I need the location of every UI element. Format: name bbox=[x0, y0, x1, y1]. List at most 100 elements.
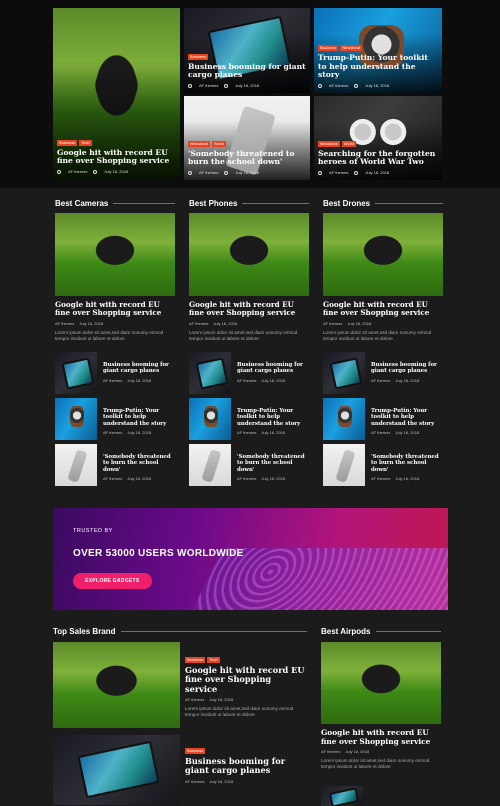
article-title[interactable]: Searching for the forgotten heroes of Wo… bbox=[318, 149, 438, 167]
section-title[interactable]: Best Phones bbox=[189, 199, 237, 208]
article-image[interactable] bbox=[53, 735, 180, 805]
tag[interactable]: Business bbox=[185, 748, 206, 754]
article-title[interactable]: Trump-Putin: Your toolkit to help unders… bbox=[318, 53, 438, 80]
tag[interactable]: Newsbeat bbox=[318, 140, 340, 147]
author[interactable]: AF themes bbox=[103, 476, 122, 481]
article-thumb[interactable] bbox=[55, 352, 97, 394]
article-title[interactable]: Trump-Putin: Your toolkit to help unders… bbox=[371, 408, 443, 427]
article-card: Google hit with record EU fine over Shop… bbox=[55, 300, 175, 342]
hero-watch-card[interactable]: Business Newsbeat Trump-Putin: Your tool… bbox=[314, 8, 442, 93]
date: July 18, 2018 bbox=[127, 476, 152, 482]
section-title[interactable]: Best Cameras bbox=[55, 199, 108, 208]
author[interactable]: AF themes bbox=[321, 749, 340, 754]
article-image[interactable] bbox=[189, 213, 309, 296]
author[interactable]: AF themes bbox=[237, 430, 256, 435]
author[interactable]: AF themes bbox=[199, 83, 218, 88]
section-title[interactable]: Best Airpods bbox=[321, 627, 371, 636]
author[interactable]: AF themes bbox=[237, 378, 256, 383]
article-thumb[interactable] bbox=[323, 444, 365, 486]
author[interactable]: AF themes bbox=[68, 169, 87, 174]
tag[interactable]: Business bbox=[185, 657, 206, 663]
date: July 18, 2018 bbox=[345, 749, 370, 755]
clock-icon bbox=[224, 170, 229, 175]
article-title[interactable]: Business booming for giant cargo planes bbox=[237, 362, 309, 375]
author[interactable]: AF themes bbox=[329, 83, 348, 88]
article-title[interactable]: 'Somebody threatened to burn the school … bbox=[188, 149, 306, 167]
article-title[interactable]: 'Somebody threatened to burn the school … bbox=[237, 454, 309, 473]
article-thumb[interactable] bbox=[55, 398, 97, 440]
date: July 18, 2018 bbox=[79, 320, 104, 326]
article-thumb[interactable] bbox=[189, 444, 231, 486]
article-title[interactable]: Google hit with record EU fine over Shop… bbox=[57, 148, 176, 166]
date: July 18, 2018 bbox=[395, 430, 420, 436]
article-card: Google hit with record EU fine over Shop… bbox=[189, 300, 309, 342]
author[interactable]: AF themes bbox=[371, 476, 390, 481]
article-thumb[interactable] bbox=[189, 352, 231, 394]
hero-headphones-card[interactable]: Newsbeat World Searching for the forgott… bbox=[314, 96, 442, 180]
author[interactable]: AF themes bbox=[237, 476, 256, 481]
article-title[interactable]: Business booming for giant cargo planes bbox=[103, 362, 175, 375]
article-title[interactable]: Trump-Putin: Your toolkit to help unders… bbox=[103, 408, 175, 427]
author[interactable]: AF themes bbox=[323, 321, 342, 326]
tag[interactable]: Newsbeat bbox=[340, 44, 363, 51]
tag[interactable]: World bbox=[211, 140, 227, 147]
banner-headline: OVER 53000 USERS WORLDWIDE bbox=[73, 548, 244, 559]
author[interactable]: AF themes bbox=[329, 170, 348, 175]
article-image[interactable] bbox=[321, 642, 441, 724]
explore-gadgets-button[interactable]: EXPLORE GADGETS bbox=[73, 573, 152, 589]
author[interactable]: AF themes bbox=[185, 779, 204, 784]
article-title[interactable]: Google hit with record EU fine over Shop… bbox=[321, 728, 441, 746]
section-title[interactable]: Top Sales Brand bbox=[53, 627, 116, 636]
date: July 18, 2018 bbox=[347, 320, 372, 326]
article-title[interactable]: Google hit with record EU fine over Shop… bbox=[323, 300, 443, 318]
tag[interactable]: Tech bbox=[79, 139, 92, 146]
clock-icon bbox=[93, 169, 98, 174]
list-item: 'Somebody threatened to burn the school … bbox=[237, 454, 309, 481]
article-title[interactable]: Business booming for giant cargo planes bbox=[188, 62, 306, 80]
tag[interactable]: Newsbeat bbox=[188, 140, 210, 147]
article-thumb[interactable] bbox=[323, 398, 365, 440]
article-image[interactable] bbox=[55, 213, 175, 296]
author[interactable]: AF themes bbox=[371, 378, 390, 383]
tag[interactable]: Business bbox=[57, 139, 78, 146]
author[interactable]: AF themes bbox=[103, 430, 122, 435]
tag[interactable]: Business bbox=[188, 53, 209, 60]
author[interactable]: AF themes bbox=[371, 430, 390, 435]
date: July 18, 2018 bbox=[235, 170, 260, 175]
article-title[interactable]: Google hit with record EU fine over Shop… bbox=[55, 300, 175, 318]
article-title[interactable]: Business booming for giant cargo planes bbox=[185, 756, 305, 776]
clock-icon bbox=[224, 83, 229, 88]
section-title[interactable]: Best Drones bbox=[323, 199, 370, 208]
date: July 18, 2018 bbox=[395, 377, 420, 383]
article-thumb[interactable] bbox=[323, 352, 365, 394]
author[interactable]: AF themes bbox=[199, 170, 218, 175]
article-image[interactable] bbox=[53, 642, 180, 728]
promo-banner: TRUSTED BY OVER 53000 USERS WORLDWIDE EX… bbox=[53, 508, 448, 610]
tag[interactable]: World bbox=[341, 140, 357, 147]
article-title[interactable]: 'Somebody threatened to burn the school … bbox=[371, 454, 443, 473]
article-title[interactable]: Business booming for giant cargo planes bbox=[371, 362, 443, 375]
section-heading: Best Airpods bbox=[321, 627, 441, 636]
article-image[interactable] bbox=[323, 213, 443, 296]
article-title[interactable]: Google hit with record EU fine over Shop… bbox=[189, 300, 309, 318]
article-title[interactable]: Trump-Putin: Your toolkit to help unders… bbox=[237, 408, 309, 427]
author[interactable]: AF themes bbox=[103, 378, 122, 383]
date: July 18, 2018 bbox=[261, 430, 286, 436]
author[interactable]: AF themes bbox=[189, 321, 208, 326]
author[interactable]: AF themes bbox=[185, 697, 204, 702]
tag[interactable]: Tech bbox=[207, 657, 220, 663]
hero-phone-card[interactable]: Newsbeat World 'Somebody threatened to b… bbox=[184, 96, 310, 180]
article-thumb[interactable] bbox=[321, 786, 363, 806]
article-thumb[interactable] bbox=[189, 398, 231, 440]
article-title[interactable]: Google hit with record EU fine over Shop… bbox=[185, 665, 305, 694]
tag[interactable]: Business bbox=[318, 44, 339, 51]
article-title[interactable]: 'Somebody threatened to burn the school … bbox=[103, 454, 175, 473]
hero-main-card[interactable]: Business Tech Google hit with record EU … bbox=[53, 8, 180, 180]
banner-kicker: TRUSTED BY bbox=[73, 528, 113, 534]
article-thumb[interactable] bbox=[55, 444, 97, 486]
list-item: Trump-Putin: Your toolkit to help unders… bbox=[371, 408, 443, 435]
date: July 18, 2018 bbox=[365, 83, 390, 88]
author[interactable]: AF themes bbox=[55, 321, 74, 326]
date: July 18, 2018 bbox=[235, 83, 260, 88]
hero-tablet-card[interactable]: Business Business booming for giant carg… bbox=[184, 8, 310, 93]
